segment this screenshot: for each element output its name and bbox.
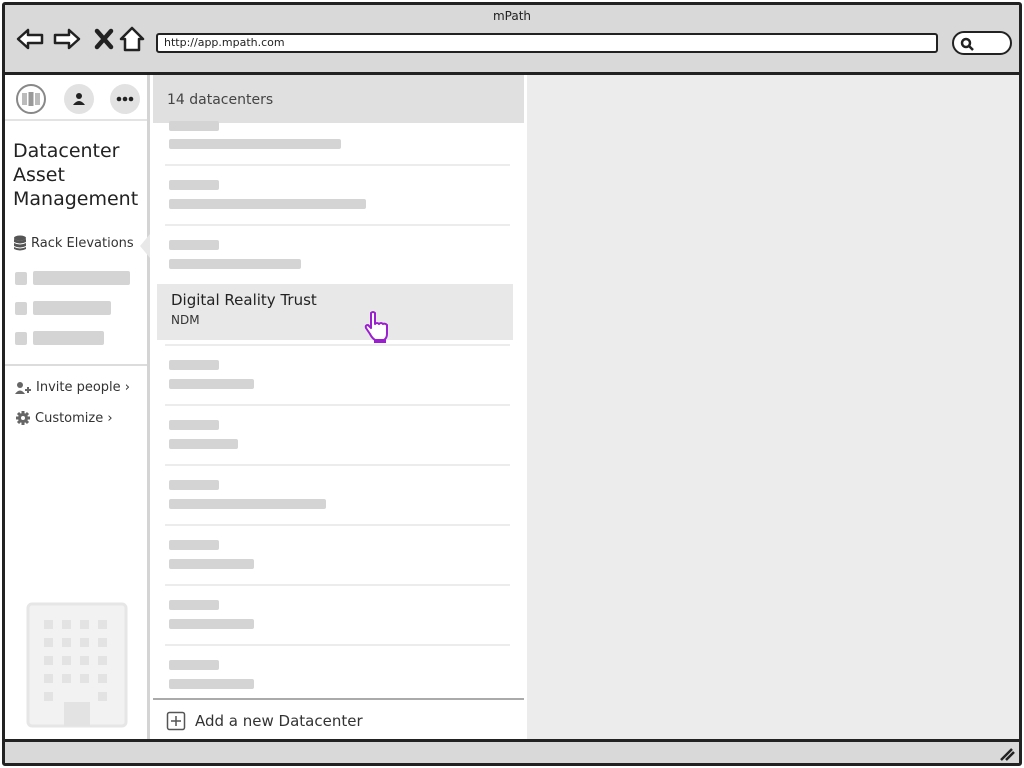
sidebar-item-placeholder[interactable] (15, 331, 104, 345)
hand-cursor-icon (364, 311, 388, 343)
app-title: Datacenter Asset Management (13, 140, 139, 210)
add-user-icon (15, 381, 31, 394)
customize-label: Customize › (35, 410, 113, 426)
stop-icon[interactable] (89, 24, 119, 54)
sidebar-item-placeholder[interactable] (15, 271, 130, 285)
list-divider (165, 584, 510, 586)
list-item-selected[interactable]: Digital Reality Trust NDM (157, 284, 513, 343)
customize-link[interactable]: Customize › (15, 410, 113, 426)
building-icon (26, 602, 128, 728)
browser-toolbar: mPath http://app.mpath.com (5, 5, 1019, 75)
list-divider (165, 404, 510, 406)
search-icon (960, 37, 974, 51)
browser-search-box[interactable] (952, 31, 1012, 55)
datacenter-list-panel: 14 datacenters Digital Reality Trust NDM (153, 75, 527, 742)
sidebar: Datacenter Asset Management Rack Elevati… (5, 75, 150, 742)
address-bar[interactable]: http://app.mpath.com (156, 33, 938, 53)
user-icon[interactable] (64, 84, 94, 114)
sidebar-item-placeholder[interactable] (15, 301, 111, 315)
detail-panel (527, 75, 1019, 742)
invite-people-link[interactable]: Invite people › (15, 380, 130, 395)
window-title: mPath (492, 9, 532, 23)
list-divider (165, 644, 510, 646)
gear-icon (16, 411, 30, 425)
list-divider (165, 224, 510, 226)
browser-window: mPath http://app.mpath.com Datacenter As… (2, 2, 1022, 766)
datacenter-code: NDM (171, 313, 200, 327)
list-divider (165, 164, 510, 166)
sidebar-item-label: Rack Elevations (31, 235, 134, 251)
resize-grip-icon[interactable] (999, 747, 1015, 761)
database-icon (14, 235, 26, 251)
apps-icon[interactable] (16, 84, 46, 114)
sidebar-item-rack-elevations[interactable]: Rack Elevations (13, 235, 134, 251)
forward-icon[interactable] (52, 24, 82, 54)
back-icon[interactable] (15, 24, 45, 54)
list-divider (165, 464, 510, 466)
sidebar-icon-bar (5, 75, 147, 121)
plus-box-icon (166, 711, 186, 731)
invite-people-label: Invite people › (36, 380, 131, 395)
list-divider (165, 524, 510, 526)
active-item-pointer (140, 234, 150, 258)
sidebar-divider (5, 364, 147, 366)
add-datacenter-button[interactable]: Add a new Datacenter (153, 698, 524, 742)
add-datacenter-label: Add a new Datacenter (195, 712, 363, 730)
status-bar (5, 739, 1019, 763)
datacenter-name: Digital Reality Trust (171, 291, 317, 309)
home-icon[interactable] (117, 24, 147, 54)
list-divider (165, 344, 510, 346)
more-icon[interactable] (110, 84, 140, 114)
